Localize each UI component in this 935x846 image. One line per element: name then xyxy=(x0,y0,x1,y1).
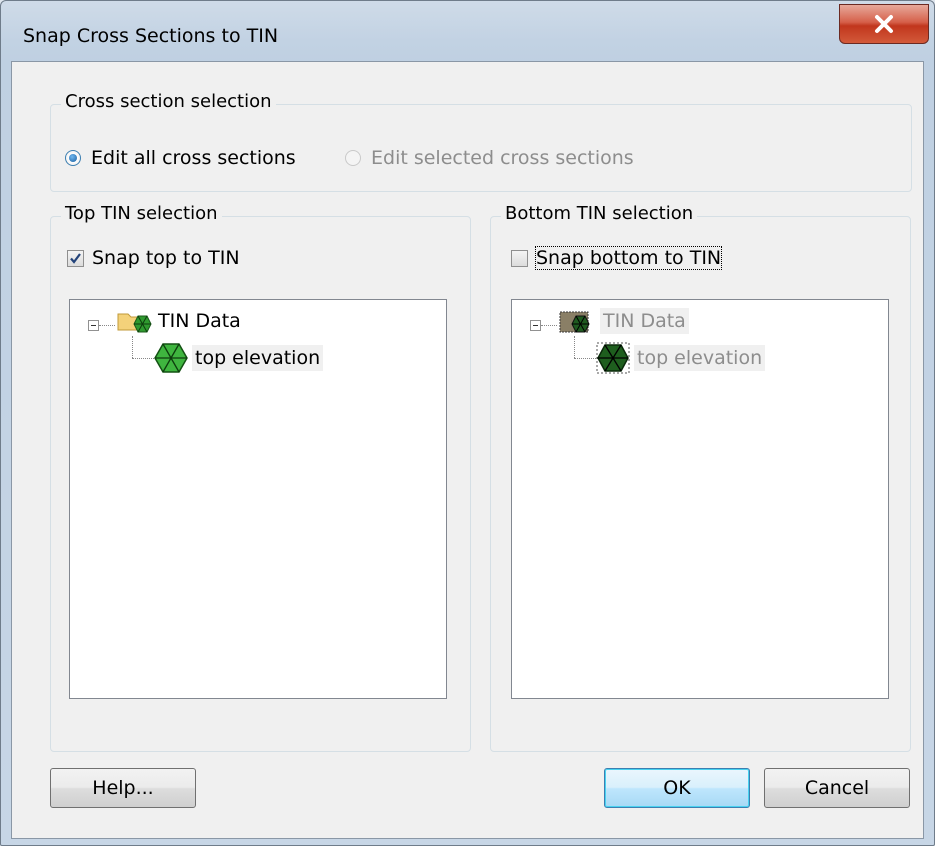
bottom-tin-legend: Bottom TIN selection xyxy=(501,203,698,224)
checkmark-icon xyxy=(70,252,81,264)
snap-top-checkbox[interactable]: Snap top to TIN xyxy=(67,247,240,269)
collapse-icon[interactable] xyxy=(88,320,99,331)
cross-section-group: Cross section selection Edit all cross s… xyxy=(50,91,912,192)
checkbox-checked-indicator xyxy=(67,249,84,267)
checkbox-unchecked-indicator xyxy=(511,249,528,267)
tree-item-top-elevation[interactable]: top elevation xyxy=(596,342,766,374)
radio-disabled-indicator xyxy=(345,150,361,166)
tin-folder-icon xyxy=(117,313,152,333)
edit-all-radio[interactable]: Edit all cross sections xyxy=(65,147,296,169)
radio-selected-indicator xyxy=(65,150,81,166)
edit-all-label: Edit all cross sections xyxy=(91,147,296,169)
dialog-client-area: Cross section selection Edit all cross s… xyxy=(11,61,924,839)
top-elevation-label: top elevation xyxy=(634,345,766,371)
ok-button[interactable]: OK xyxy=(604,768,750,808)
top-tin-legend: Top TIN selection xyxy=(61,203,222,224)
help-button[interactable]: Help... xyxy=(50,768,196,808)
tree-item-top-elevation[interactable]: top elevation xyxy=(154,342,324,374)
edit-selected-radio[interactable]: Edit selected cross sections xyxy=(345,147,634,169)
tin-data-label: TIN Data xyxy=(600,308,689,334)
tin-folder-icon xyxy=(559,311,590,333)
tin-surface-icon xyxy=(596,342,630,374)
cancel-button[interactable]: Cancel xyxy=(764,768,910,808)
dialog-window: Snap Cross Sections to TIN Cross section… xyxy=(0,0,935,846)
close-button[interactable] xyxy=(839,4,929,44)
edit-selected-label: Edit selected cross sections xyxy=(371,147,634,169)
tree-item-tin-data[interactable]: TIN Data xyxy=(558,308,689,334)
snap-bottom-label: Snap bottom to TIN xyxy=(534,246,723,270)
tin-data-label: TIN Data xyxy=(158,310,241,332)
collapse-icon[interactable] xyxy=(530,320,541,331)
tin-surface-icon xyxy=(154,343,188,373)
bottom-tin-group: Bottom TIN selection Snap bottom to TIN … xyxy=(490,203,911,752)
top-tin-tree[interactable]: TIN Data top elevation xyxy=(69,299,447,699)
window-title: Snap Cross Sections to TIN xyxy=(23,25,279,47)
snap-bottom-checkbox[interactable]: Snap bottom to TIN xyxy=(511,246,723,270)
top-tin-group: Top TIN selection Snap top to TIN TIN Da… xyxy=(50,203,471,752)
cross-section-legend: Cross section selection xyxy=(61,91,276,112)
snap-top-label: Snap top to TIN xyxy=(92,247,240,269)
title-bar[interactable]: Snap Cross Sections to TIN xyxy=(1,1,934,61)
top-elevation-label: top elevation xyxy=(192,345,324,371)
close-icon xyxy=(875,15,893,33)
tree-item-tin-data[interactable]: TIN Data xyxy=(116,308,241,334)
bottom-tin-tree[interactable]: TIN Data top elevation xyxy=(511,299,889,699)
